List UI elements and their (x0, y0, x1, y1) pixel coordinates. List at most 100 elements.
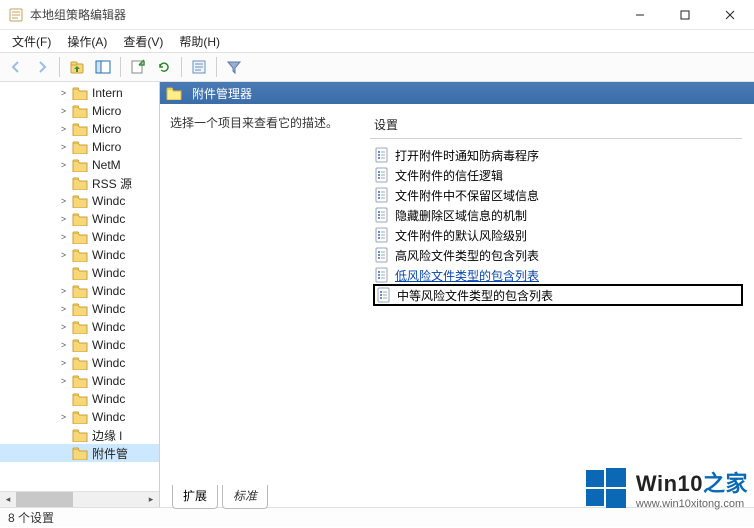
tree-node[interactable]: > Windc (0, 282, 159, 300)
tree-node[interactable]: >Windc (0, 210, 159, 228)
settings-column-header[interactable]: 设置 (370, 114, 610, 135)
detail-body: 选择一个项目来查看它的描述。 设置 打开附件时通知防病毒程序文件附件的信任逻辑文… (160, 104, 754, 507)
scroll-right-button[interactable]: ▸ (143, 492, 159, 508)
expand-icon[interactable]: > (58, 88, 69, 99)
expand-icon[interactable] (58, 430, 69, 441)
expand-icon[interactable] (58, 268, 69, 279)
expand-icon[interactable]: > (58, 340, 69, 351)
settings-item[interactable]: 打开附件时通知防病毒程序 (374, 145, 742, 165)
tree-node[interactable]: > Micro (0, 120, 159, 138)
description-column: 选择一个项目来查看它的描述。 (170, 114, 370, 497)
back-button[interactable] (4, 55, 28, 79)
settings-item[interactable]: 低风险文件类型的包含列表 (374, 265, 742, 285)
tree-node-label: Windc (92, 284, 125, 298)
minimize-button[interactable] (617, 1, 662, 29)
expand-icon[interactable]: > (58, 214, 69, 225)
tree-node-label: 边缘 l (92, 427, 122, 444)
tree-node-label: RSS 源 (92, 175, 132, 192)
tree-node[interactable]: >NetM (0, 156, 159, 174)
expand-icon[interactable]: > (58, 160, 69, 171)
tab-standard[interactable]: 标准 (222, 485, 268, 509)
expand-icon[interactable]: > (58, 196, 69, 207)
settings-item-label: 低风险文件类型的包含列表 (395, 267, 539, 284)
expand-icon[interactable] (58, 448, 69, 459)
menu-file[interactable]: 文件(F) (4, 31, 59, 52)
expand-icon[interactable]: > (58, 358, 69, 369)
tree-node-label: Intern (92, 86, 123, 100)
expand-icon[interactable]: > (58, 124, 69, 135)
forward-button[interactable] (30, 55, 54, 79)
up-button[interactable] (65, 55, 89, 79)
status-bar: 8 个设置 (0, 507, 754, 527)
expand-icon[interactable]: > (58, 322, 69, 333)
tree-horizontal-scrollbar[interactable]: ◂ ▸ (0, 491, 159, 507)
filter-button[interactable] (222, 55, 246, 79)
tree-node[interactable]: > Windc (0, 192, 159, 210)
tree-node-label: Micro (92, 104, 121, 118)
tree-node-label: Windc (92, 410, 125, 424)
tree-node[interactable]: > Windc (0, 246, 159, 264)
expand-icon[interactable]: > (58, 142, 69, 153)
tree-node[interactable]: 附件管 (0, 444, 159, 462)
tree-node[interactable]: > Windc (0, 228, 159, 246)
settings-item[interactable]: 高风险文件类型的包含列表 (374, 245, 742, 265)
toolbar-separator (59, 57, 60, 77)
expand-icon[interactable] (58, 178, 69, 189)
tree-node-label: Windc (92, 194, 125, 208)
tree-node[interactable]: 边缘 l (0, 426, 159, 444)
tree-view[interactable]: >Intern>Micro>Micro>Micro>NetMRSS 源>Wind… (0, 82, 159, 491)
tree-node[interactable]: > Windc (0, 318, 159, 336)
scroll-thumb[interactable] (16, 492, 73, 508)
expand-icon[interactable]: > (58, 106, 69, 117)
tree-node[interactable]: >Windc (0, 354, 159, 372)
detail-tabs: 扩展 标准 (162, 485, 268, 507)
settings-item[interactable]: 文件附件的默认风险级别 (374, 225, 742, 245)
tree-node[interactable]: >Windc (0, 336, 159, 354)
settings-item[interactable]: 文件附件中不保留区域信息 (374, 185, 742, 205)
settings-list: 打开附件时通知防病毒程序文件附件的信任逻辑文件附件中不保留区域信息隐藏删除区域信… (370, 145, 742, 305)
show-hide-tree-button[interactable] (91, 55, 115, 79)
export-button[interactable] (126, 55, 150, 79)
maximize-button[interactable] (662, 1, 707, 29)
expand-icon[interactable]: > (58, 250, 69, 261)
expand-icon[interactable]: > (58, 376, 69, 387)
menu-action[interactable]: 操作(A) (59, 31, 115, 52)
settings-item[interactable]: 隐藏删除区域信息的机制 (374, 205, 742, 225)
expand-icon[interactable]: > (58, 232, 69, 243)
tree-node[interactable]: >Windc (0, 300, 159, 318)
settings-item[interactable]: 文件附件的信任逻辑 (374, 165, 742, 185)
expand-icon[interactable] (58, 394, 69, 405)
watermark-url: www.win10xitong.com (636, 498, 744, 510)
expand-icon[interactable]: > (58, 412, 69, 423)
close-button[interactable] (707, 1, 752, 29)
expand-icon[interactable]: > (58, 304, 69, 315)
scroll-left-button[interactable]: ◂ (0, 492, 16, 508)
tree-node[interactable]: > Windc (0, 408, 159, 426)
refresh-button[interactable] (152, 55, 176, 79)
tree-node[interactable]: > Micro (0, 102, 159, 120)
settings-item-label: 隐藏删除区域信息的机制 (395, 207, 527, 224)
tab-extended[interactable]: 扩展 (172, 485, 218, 509)
tree-node-label: Micro (92, 122, 121, 136)
window-controls (617, 1, 752, 29)
settings-item[interactable]: 中等风险文件类型的包含列表 (374, 285, 742, 305)
toolbar (0, 52, 754, 82)
tree-node[interactable]: > Intern (0, 84, 159, 102)
tree-node[interactable]: >Windc (0, 372, 159, 390)
tree-node[interactable]: Windc (0, 264, 159, 282)
menu-view[interactable]: 查看(V) (115, 31, 171, 52)
tree-node-label: Windc (92, 248, 125, 262)
tree-node[interactable]: Windc (0, 390, 159, 408)
settings-column: 设置 打开附件时通知防病毒程序文件附件的信任逻辑文件附件中不保留区域信息隐藏删除… (370, 114, 742, 497)
tree-node[interactable]: RSS 源 (0, 174, 159, 192)
expand-icon[interactable]: > (58, 286, 69, 297)
tree-node-label: 附件管 (92, 445, 128, 462)
settings-item-label: 文件附件的信任逻辑 (395, 167, 503, 184)
menu-help[interactable]: 帮助(H) (171, 31, 228, 52)
toolbar-separator (120, 57, 121, 77)
scroll-track[interactable] (16, 492, 143, 508)
tree-node[interactable]: >Micro (0, 138, 159, 156)
tree-node-label: Windc (92, 320, 125, 334)
tree-node-label: Windc (92, 230, 125, 244)
properties-button[interactable] (187, 55, 211, 79)
